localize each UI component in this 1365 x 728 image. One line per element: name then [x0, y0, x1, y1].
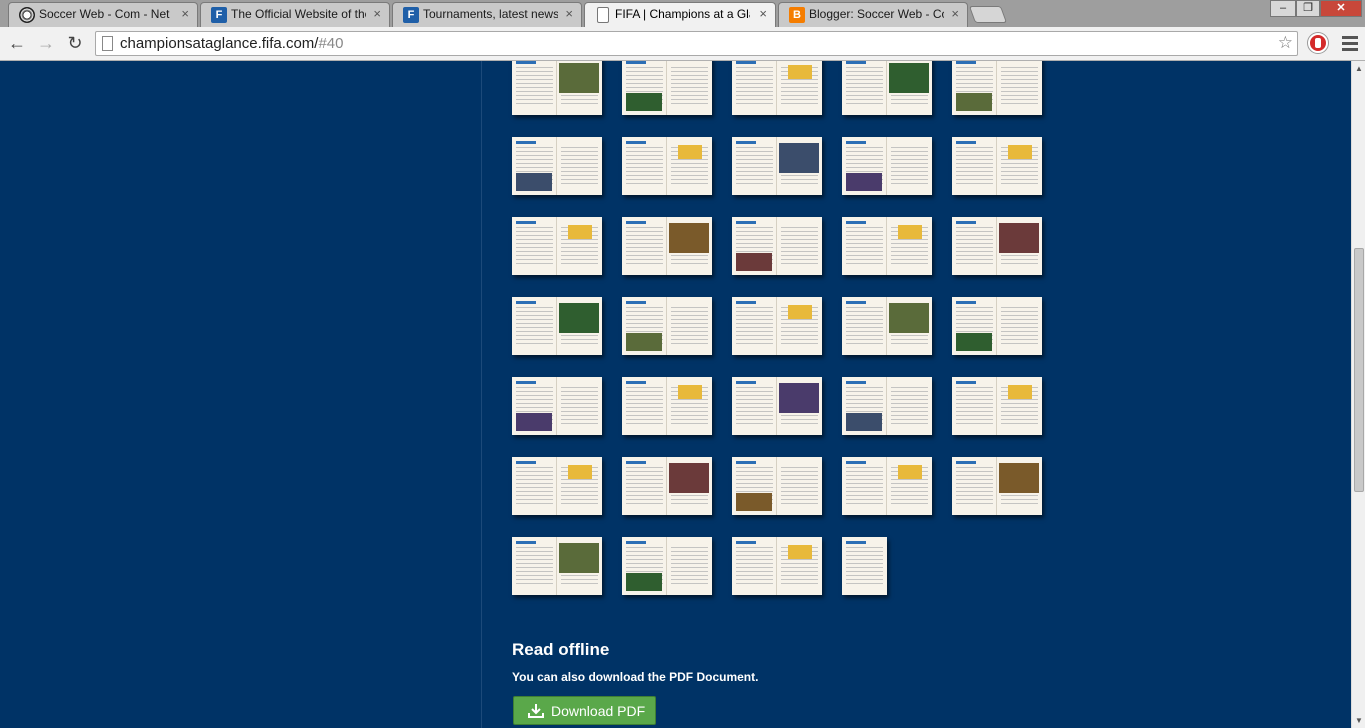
fifa-icon: F — [211, 7, 227, 23]
tab-close-icon[interactable]: × — [565, 6, 573, 21]
page-thumbnail[interactable] — [952, 377, 1042, 435]
scroll-down-icon[interactable]: ▼ — [1355, 716, 1363, 725]
page-thumbnail[interactable] — [732, 377, 822, 435]
page-thumbnail[interactable] — [622, 137, 712, 195]
download-pdf-label: Download PDF — [551, 703, 646, 719]
tab-close-icon[interactable]: × — [181, 6, 189, 21]
tab-tournaments[interactable]: F Tournaments, latest news × — [392, 2, 582, 27]
blogger-icon: B — [789, 7, 805, 23]
page-thumbnail[interactable] — [622, 457, 712, 515]
address-bar[interactable]: championsataglance.fifa.com/#40 ☆ — [95, 31, 1298, 56]
page-thumbnail[interactable] — [732, 61, 822, 115]
page-thumbnail[interactable] — [952, 457, 1042, 515]
forward-arrow-icon[interactable]: → — [35, 32, 57, 54]
tab-title: Soccer Web - Com - Net — [39, 7, 170, 21]
page-thumbnail[interactable] — [952, 137, 1042, 195]
page-thumbnail[interactable] — [512, 537, 602, 595]
download-pdf-button[interactable]: Download PDF — [513, 696, 656, 725]
url-path: #40 — [318, 35, 344, 52]
page-thumbnail[interactable] — [732, 297, 822, 355]
scrollbar-thumb[interactable] — [1354, 248, 1364, 492]
url-domain: championsataglance.fifa.com/ — [120, 35, 319, 52]
tab-title: The Official Website of the — [231, 7, 366, 21]
page-thumbnail[interactable] — [952, 217, 1042, 275]
page-icon — [102, 36, 113, 51]
url-text: championsataglance.fifa.com/#40 — [120, 35, 343, 52]
scroll-up-icon[interactable]: ▲ — [1355, 64, 1363, 73]
page-icon — [597, 7, 609, 23]
page-thumbnail[interactable] — [842, 377, 932, 435]
minimize-button[interactable]: – — [1270, 0, 1296, 17]
page-thumbnail[interactable] — [512, 457, 602, 515]
tab-soccer-web[interactable]: Soccer Web - Com - Net × — [8, 2, 198, 27]
adblock-stop-icon[interactable] — [1308, 33, 1328, 53]
tab-close-icon[interactable]: × — [951, 6, 959, 21]
page-thumbnail[interactable] — [952, 61, 1042, 115]
page-thumbnail[interactable] — [842, 61, 932, 115]
tab-title: Blogger: Soccer Web - Com — [809, 7, 944, 21]
menu-icon[interactable] — [1342, 33, 1358, 53]
page-thumbnail[interactable] — [842, 457, 932, 515]
page-thumbnail[interactable] — [622, 297, 712, 355]
page-thumbnail[interactable] — [842, 217, 932, 275]
close-window-button[interactable]: ✕ — [1320, 0, 1362, 17]
page-thumbnail[interactable] — [952, 297, 1042, 355]
page-thumbnail[interactable] — [622, 217, 712, 275]
soccer-ball-icon — [19, 7, 35, 23]
page-thumbnail[interactable] — [732, 457, 822, 515]
page-thumbnail[interactable] — [622, 537, 712, 595]
reload-icon[interactable]: ↻ — [64, 32, 86, 54]
fifa-icon: F — [403, 7, 419, 23]
tab-title: FIFA | Champions at a Glance — [615, 7, 750, 21]
tab-close-icon[interactable]: × — [759, 6, 767, 21]
tab-strip: Soccer Web - Com - Net × F The Official … — [0, 0, 1365, 27]
tab-fifa-official[interactable]: F The Official Website of the × — [200, 2, 390, 27]
left-panel — [0, 61, 482, 728]
bookmark-star-icon[interactable]: ☆ — [1278, 33, 1293, 53]
restore-button[interactable]: ❐ — [1296, 0, 1320, 17]
read-offline-text: You can also download the PDF Document. — [512, 670, 759, 684]
page-thumbnail[interactable] — [622, 61, 712, 115]
page-thumbnail[interactable] — [842, 297, 932, 355]
page-thumbnail[interactable] — [512, 217, 602, 275]
page-thumbnail[interactable] — [732, 137, 822, 195]
page-thumbnail[interactable] — [842, 137, 932, 195]
page-thumbnail[interactable] — [512, 137, 602, 195]
vertical-scrollbar[interactable]: ▲ ▼ — [1351, 61, 1365, 728]
browser-toolbar: ← → ↻ championsataglance.fifa.com/#40 ☆ — [0, 27, 1365, 61]
page-thumbnail[interactable] — [512, 377, 602, 435]
download-icon — [528, 704, 544, 718]
back-arrow-icon[interactable]: ← — [6, 32, 28, 54]
tab-champions-at-a-glance[interactable]: FIFA | Champions at a Glance × — [584, 2, 776, 27]
tab-close-icon[interactable]: × — [373, 6, 381, 21]
tab-blogger[interactable]: B Blogger: Soccer Web - Com × — [778, 2, 968, 27]
page-thumbnail[interactable] — [622, 377, 712, 435]
page-content: Read offline You can also download the P… — [0, 61, 1351, 728]
page-thumbnail[interactable] — [512, 61, 602, 115]
page-thumbnail[interactable] — [512, 297, 602, 355]
page-thumbnail[interactable] — [842, 537, 887, 595]
tab-title: Tournaments, latest news — [423, 7, 558, 21]
page-thumbnail[interactable] — [732, 537, 822, 595]
read-offline-heading: Read offline — [512, 640, 610, 659]
new-tab-button[interactable] — [968, 6, 1008, 23]
page-thumbnail[interactable] — [732, 217, 822, 275]
